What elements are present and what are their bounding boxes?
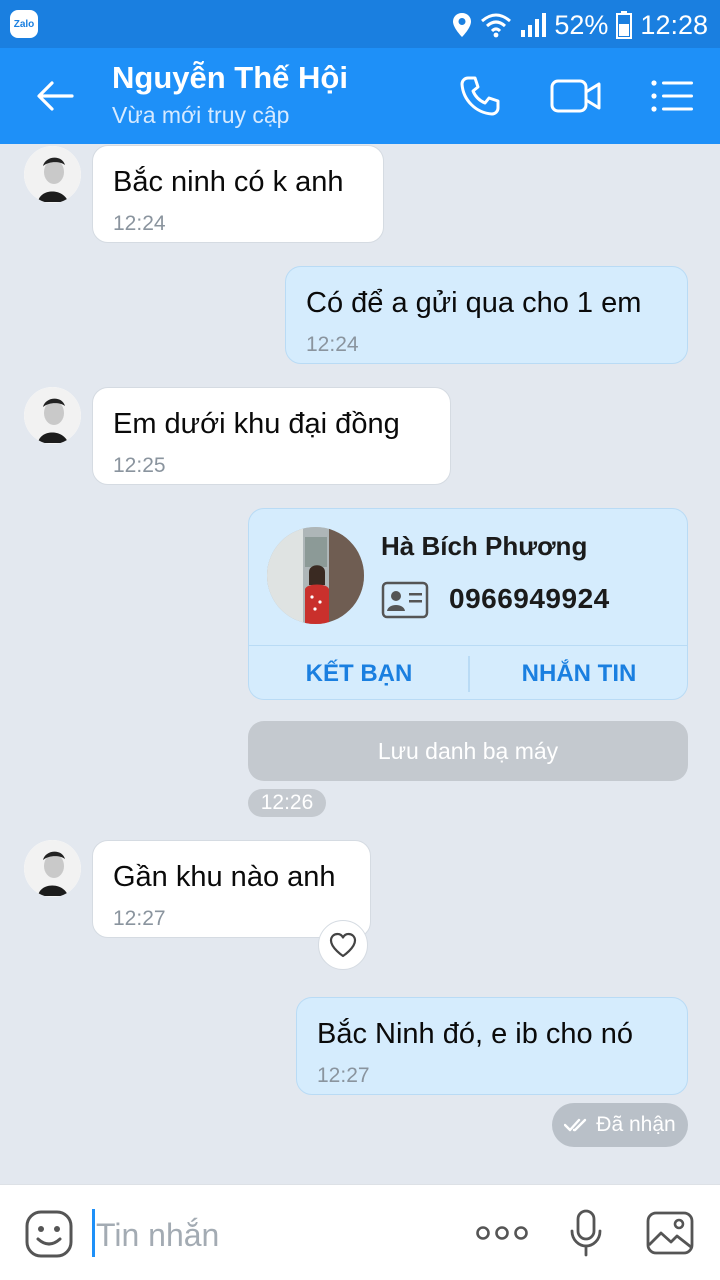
image-icon <box>646 1211 694 1255</box>
message-input[interactable] <box>96 1213 436 1257</box>
avatar-photo <box>24 840 81 897</box>
contact-photo <box>267 527 364 624</box>
message-time: 12:24 <box>113 212 166 235</box>
delivery-status-text: Đã nhận <box>596 1113 676 1136</box>
sender-avatar[interactable] <box>24 146 81 203</box>
message-time: 12:27 <box>317 1064 370 1087</box>
back-arrow-icon <box>37 81 74 111</box>
message-list[interactable]: Bắc ninh có k anh 12:24 Có để a gửi qua … <box>0 144 720 1184</box>
message-bubble-outgoing[interactable]: Bắc Ninh đó, e ib cho nó 12:27 <box>296 997 688 1095</box>
message-bubble-outgoing[interactable]: Có để a gửi qua cho 1 em 12:24 <box>285 266 688 364</box>
message-text: Gần khu nào anh <box>113 861 336 893</box>
phone-icon <box>460 76 500 116</box>
message-text: Bắc ninh có k anh <box>113 166 344 198</box>
delivery-status-badge: Đã nhận <box>552 1103 688 1147</box>
location-icon <box>453 13 472 37</box>
avatar-photo <box>24 146 81 203</box>
text-cursor <box>92 1209 95 1257</box>
emoji-button[interactable] <box>24 1209 74 1259</box>
save-to-phone-contacts-button[interactable]: Lưu danh bạ máy <box>248 721 688 781</box>
video-call-button[interactable] <box>548 70 604 122</box>
battery-icon <box>616 11 633 39</box>
chat-header: Nguyễn Thế Hội Vừa mới truy cập <box>0 48 720 144</box>
voice-message-button[interactable] <box>558 1207 614 1259</box>
status-bar: Zalo 52% 12:28 <box>0 0 720 48</box>
contact-status: Vừa mới truy cập <box>112 102 290 128</box>
message-time: 12:26 <box>248 789 326 817</box>
contact-name[interactable]: Nguyễn Thế Hội <box>112 60 348 96</box>
message-time: 12:24 <box>306 333 359 356</box>
voice-call-button[interactable] <box>452 70 508 122</box>
sender-avatar[interactable] <box>24 840 81 897</box>
heart-icon <box>329 932 357 958</box>
message-time: 12:25 <box>113 454 166 477</box>
clock: 12:28 <box>640 9 708 40</box>
wifi-icon <box>481 13 512 38</box>
add-friend-button[interactable]: KẾT BẠN <box>249 646 469 699</box>
message-bubble-incoming[interactable]: Bắc ninh có k anh 12:24 <box>92 145 384 243</box>
send-message-button[interactable]: NHẮN TIN <box>469 646 687 699</box>
mic-icon <box>570 1209 602 1257</box>
chat-menu-button[interactable] <box>644 70 700 122</box>
contact-card-actions: KẾT BẠN NHẮN TIN <box>249 645 687 699</box>
more-icon <box>476 1226 528 1240</box>
video-icon <box>550 79 601 113</box>
signal-icon <box>521 13 547 37</box>
contact-card-avatar[interactable] <box>267 527 364 624</box>
zalo-notification-icon: Zalo <box>10 10 38 38</box>
battery-percent: 52% <box>554 9 609 40</box>
back-button[interactable] <box>30 74 80 118</box>
contact-card-phone: 0966949924 <box>449 583 610 614</box>
emoji-icon <box>25 1210 73 1258</box>
sender-avatar[interactable] <box>24 387 81 444</box>
message-composer <box>0 1184 720 1280</box>
message-text: Bắc Ninh đó, e ib cho nó <box>317 1018 633 1050</box>
message-bubble-incoming[interactable]: Em dưới khu đại đồng 12:25 <box>92 387 451 485</box>
reaction-button[interactable] <box>318 920 368 970</box>
send-image-button[interactable] <box>642 1207 698 1259</box>
avatar-photo <box>24 387 81 444</box>
double-check-icon <box>564 1118 587 1132</box>
contact-card[interactable]: Hà Bích Phương 0966949924 KẾT BẠN NHẮN T… <box>248 508 688 700</box>
status-indicators: 52% 12:28 <box>452 8 708 42</box>
message-text: Có để a gửi qua cho 1 em <box>306 287 642 319</box>
contact-id-icon <box>381 581 429 619</box>
message-time: 12:27 <box>113 907 166 930</box>
message-text: Em dưới khu đại đồng <box>113 408 400 440</box>
menu-list-icon <box>651 80 693 112</box>
more-options-button[interactable] <box>474 1207 530 1259</box>
contact-card-name: Hà Bích Phương <box>381 531 588 561</box>
